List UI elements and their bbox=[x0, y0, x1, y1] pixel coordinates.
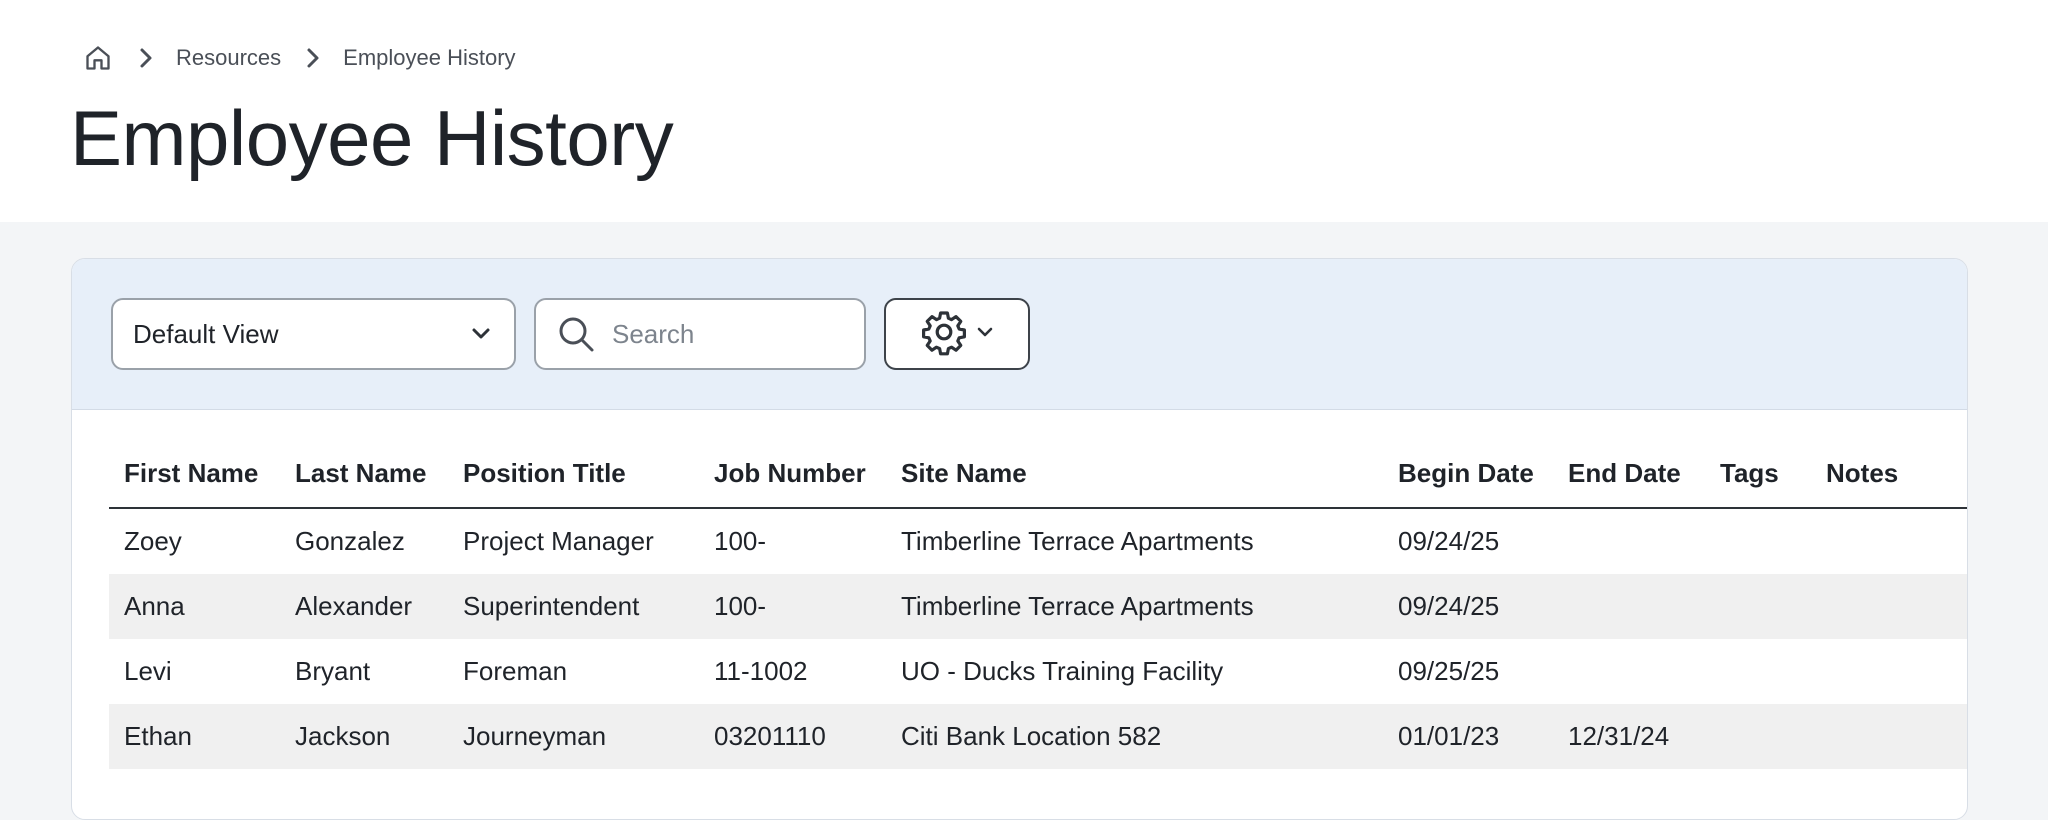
cell-site-name: UO - Ducks Training Facility bbox=[901, 656, 1224, 686]
search-input[interactable] bbox=[610, 317, 844, 351]
cell-position-title: Superintendent bbox=[448, 574, 699, 639]
cell-end-date: 12/31/24 bbox=[1553, 704, 1705, 769]
column-header-site-name[interactable]: Site Name bbox=[886, 439, 1383, 509]
settings-button[interactable] bbox=[884, 298, 1030, 370]
page-header: Resources Employee History Employee Hist… bbox=[0, 0, 2048, 222]
cell-job-number: 100- bbox=[699, 574, 886, 639]
page-title: Employee History bbox=[70, 94, 674, 182]
cell-first-name: Zoey bbox=[124, 526, 182, 556]
home-icon[interactable] bbox=[82, 42, 114, 74]
cell-position-title: Journeyman bbox=[448, 704, 699, 769]
cell-begin-date: 01/01/23 bbox=[1383, 704, 1553, 769]
cell-site-name: Timberline Terrace Apartments bbox=[901, 526, 1254, 556]
chevron-right-icon bbox=[303, 46, 323, 70]
cell-site-name: Timberline Terrace Apartments bbox=[886, 574, 1383, 639]
column-header-position-title[interactable]: Position Title bbox=[448, 439, 699, 509]
cell-notes bbox=[1811, 574, 1967, 639]
gear-icon bbox=[920, 308, 968, 361]
table-row[interactable]: Ethan Jackson Journeyman 03201110 Citi B… bbox=[109, 704, 1967, 769]
chevron-down-icon bbox=[468, 321, 494, 347]
column-header-begin-date[interactable]: Begin Date bbox=[1383, 439, 1553, 509]
cell-tags bbox=[1705, 574, 1811, 639]
cell-first-name: Anna bbox=[109, 574, 280, 639]
cell-notes bbox=[1811, 639, 1967, 704]
toolbar: Default View bbox=[72, 259, 1967, 410]
cell-job-number: 03201110 bbox=[699, 704, 886, 769]
cell-position-title: Foreman bbox=[463, 656, 568, 686]
column-header-tags[interactable]: Tags bbox=[1705, 439, 1811, 509]
cell-notes bbox=[1811, 508, 1967, 574]
breadcrumb-resources[interactable]: Resources bbox=[176, 45, 281, 71]
column-header-job-number[interactable]: Job Number bbox=[699, 439, 886, 509]
cell-first-name: Ethan bbox=[109, 704, 280, 769]
cell-first-name: Levi bbox=[124, 656, 172, 686]
breadcrumb-current: Employee History bbox=[343, 45, 516, 70]
search-icon bbox=[554, 312, 598, 356]
column-header-end-date[interactable]: End Date bbox=[1553, 439, 1705, 509]
cell-end-date bbox=[1553, 574, 1705, 639]
cell-job-number: 100- bbox=[714, 526, 767, 556]
cell-tags bbox=[1705, 508, 1811, 574]
cell-job-number: 11-1002 bbox=[714, 656, 808, 686]
chevron-right-icon bbox=[136, 46, 156, 70]
cell-last-name: Gonzalez bbox=[295, 526, 405, 556]
cell-notes bbox=[1811, 704, 1967, 769]
cell-tags bbox=[1705, 639, 1811, 704]
cell-last-name: Alexander bbox=[280, 574, 448, 639]
cell-tags bbox=[1705, 704, 1811, 769]
cell-end-date bbox=[1553, 508, 1705, 574]
column-header-last-name[interactable]: Last Name bbox=[280, 439, 448, 509]
cell-position-title: Project Manager bbox=[463, 526, 654, 556]
table-row[interactable]: Anna Alexander Superintendent 100- Timbe… bbox=[109, 574, 1967, 639]
chevron-down-icon bbox=[976, 325, 994, 343]
cell-last-name: Bryant bbox=[295, 656, 371, 686]
cell-last-name: Jackson bbox=[280, 704, 448, 769]
cell-begin-date: 09/25/25 bbox=[1398, 656, 1500, 686]
cell-end-date bbox=[1553, 639, 1705, 704]
table-row[interactable]: Zoey Gonzalez Project Manager 100- Timbe… bbox=[109, 508, 1967, 574]
cell-begin-date: 09/24/25 bbox=[1383, 574, 1553, 639]
cell-begin-date: 09/24/25 bbox=[1398, 526, 1500, 556]
cell-site-name: Citi Bank Location 582 bbox=[886, 704, 1383, 769]
employee-history-table: First Name Last Name Position Title Job … bbox=[109, 439, 1967, 769]
table-header-row: First Name Last Name Position Title Job … bbox=[109, 439, 1967, 509]
search-box bbox=[534, 298, 866, 370]
results-card: Default View Search First Name Last Name… bbox=[71, 258, 1968, 820]
view-select-value: Default View bbox=[133, 318, 279, 349]
breadcrumb: Resources Employee History bbox=[82, 40, 516, 76]
table-row[interactable]: Levi Bryant Foreman 11-1002 UO - Ducks T… bbox=[109, 639, 1967, 704]
column-header-notes[interactable]: Notes bbox=[1811, 439, 1967, 509]
view-select[interactable]: Default View bbox=[111, 298, 516, 370]
column-header-first-name[interactable]: First Name bbox=[109, 439, 280, 509]
